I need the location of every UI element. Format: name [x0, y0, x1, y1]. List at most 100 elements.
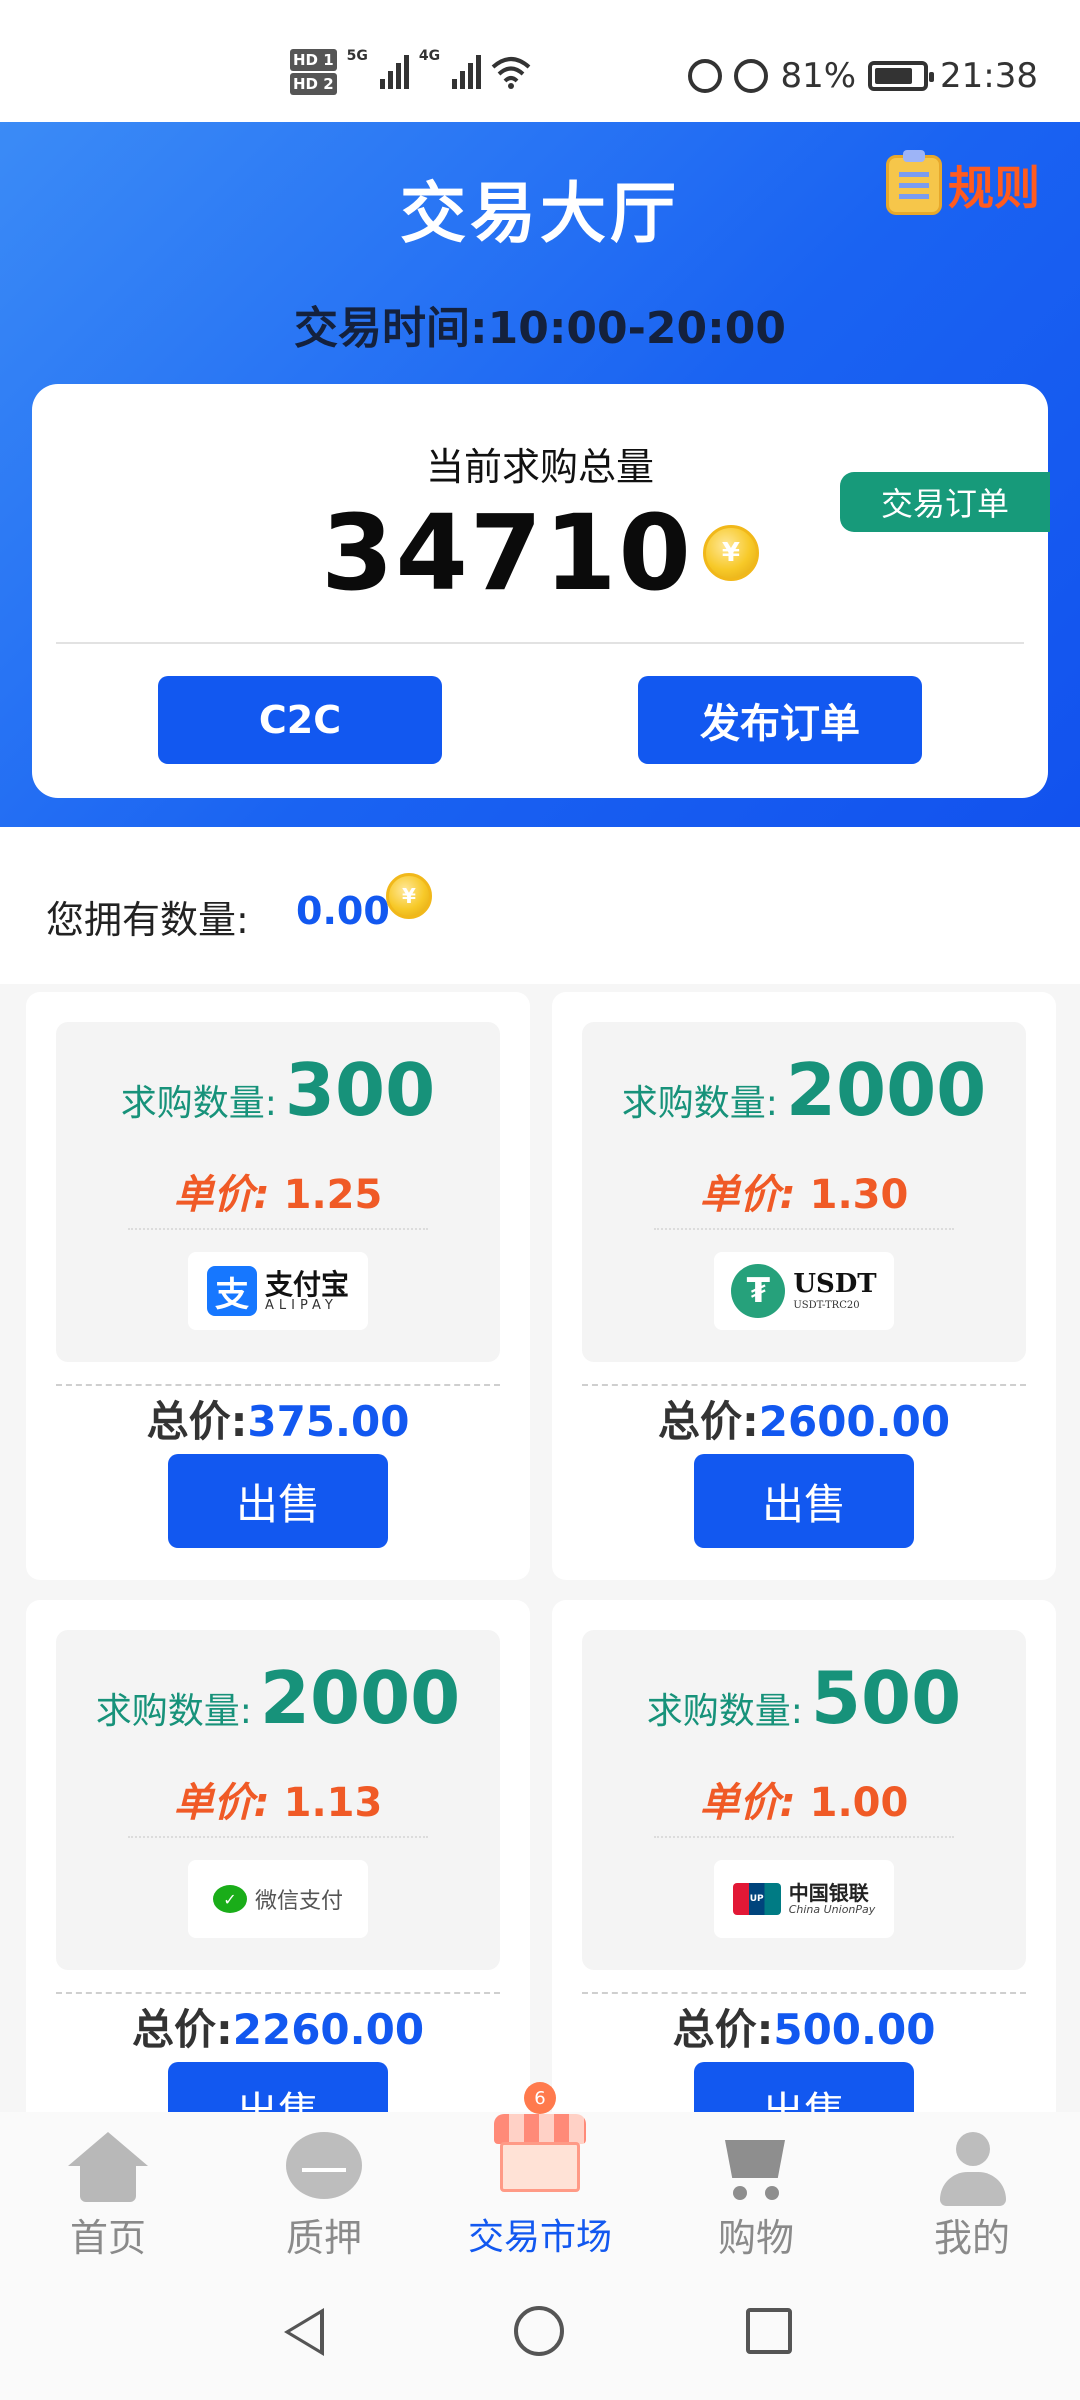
sell-button[interactable]: 出售	[694, 1454, 914, 1548]
price-value: 1.13	[283, 1780, 383, 1826]
tab-profile[interactable]: 我的	[892, 2132, 1052, 2262]
status-bar: HD 1 HD 2 5G 4G 81% 21:38	[0, 0, 1080, 122]
quantity-row: 求购数量: 2000	[582, 1048, 1026, 1132]
c2c-button[interactable]: C2C	[158, 676, 442, 764]
tab-home[interactable]: 首页	[28, 2132, 188, 2262]
divider	[654, 1228, 954, 1230]
total-label: 总价:	[657, 1397, 759, 1446]
price-label: 单价:	[173, 1172, 270, 1218]
signal-icon	[452, 55, 482, 89]
buy-order-card: 求购数量: 500 单价: 1.00 UP 中国银联 China UnionPay…	[552, 1600, 1056, 2112]
payment-name-en: China UnionPay	[788, 1902, 876, 1916]
order-details: 求购数量: 2000 单价: 1.13 ✓ 微信支付	[56, 1630, 500, 1970]
price-value: 1.00	[809, 1780, 909, 1826]
owned-value: 0.00	[296, 889, 390, 933]
order-details: 求购数量: 500 单价: 1.00 UP 中国银联 China UnionPay	[582, 1630, 1026, 1970]
usdt-logo: ₮ USDT USDT-TRC20	[714, 1252, 894, 1330]
tab-label: 质押	[285, 2216, 362, 2260]
net2-label: 4G	[418, 48, 441, 64]
divider	[582, 1992, 1026, 1994]
hd-indicator: HD 1 HD 2	[290, 48, 337, 96]
alipay-icon: 支	[206, 1266, 257, 1316]
price-label: 单价:	[173, 1780, 270, 1826]
quantity-value: 2000	[259, 1656, 461, 1740]
status-right: 81% 21:38	[688, 56, 1038, 96]
price-row: 单价: 1.00	[582, 1770, 1026, 1828]
buy-order-card: 求购数量: 2000 单价: 1.13 ✓ 微信支付 总价:2260.00 出售	[26, 1600, 530, 2112]
clipboard-icon	[886, 150, 942, 215]
total-value: 2260.00	[232, 2005, 425, 2054]
owned-balance: 您拥有数量: 0.00 ¥	[0, 827, 1080, 984]
total-label: 总价:	[672, 2005, 774, 2054]
quantity-label: 求购数量:	[621, 1083, 778, 1124]
wifi-icon	[491, 57, 531, 89]
price-row: 单价: 1.13	[56, 1770, 500, 1828]
unionpay-logo: UP 中国银联 China UnionPay	[714, 1860, 894, 1938]
pledge-icon	[286, 2132, 362, 2199]
price-value: 1.30	[809, 1172, 909, 1218]
coin-icon: ¥	[386, 873, 432, 919]
home-circle-icon[interactable]	[514, 2306, 564, 2356]
wechat-icon: ✓	[212, 1885, 247, 1913]
buy-order-card: 求购数量: 2000 单价: 1.30 ₮ USDT USDT-TRC20 总价:…	[552, 992, 1056, 1580]
back-icon[interactable]	[284, 2308, 324, 2356]
quantity-row: 求购数量: 2000	[56, 1656, 500, 1740]
tab-label: 购物	[717, 2216, 794, 2260]
clock: 21:38	[940, 56, 1038, 96]
payment-name-en: USDT-TRC20	[793, 1300, 860, 1311]
speedometer-icon	[734, 59, 769, 93]
tether-icon: ₮	[731, 1264, 786, 1318]
market-icon: 6	[480, 2080, 600, 2200]
quantity-label: 求购数量:	[646, 1691, 803, 1732]
buy-order-grid[interactable]: 求购数量: 300 单价: 1.25 支 支付宝 ALIPAY 总价:375.00…	[26, 992, 1056, 2112]
payment-name-en: ALIPAY	[264, 1297, 338, 1313]
divider	[56, 1384, 500, 1386]
quantity-value: 500	[810, 1656, 962, 1740]
total-row: 总价:500.00	[552, 1996, 1056, 2057]
divider	[582, 1384, 1026, 1386]
tab-shopping[interactable]: 购物	[676, 2132, 836, 2262]
publish-order-button[interactable]: 发布订单	[638, 676, 922, 764]
trade-orders-button[interactable]: 交易订单	[840, 472, 1050, 532]
sell-button[interactable]: 出售	[168, 1454, 388, 1548]
price-value: 1.25	[283, 1172, 383, 1218]
sell-button[interactable]: 出售	[694, 2062, 914, 2112]
total-row: 总价:375.00	[26, 1388, 530, 1449]
purchase-summary-card: 当前求购总量 34710 ¥ 交易订单 C2C 发布订单	[32, 384, 1050, 798]
price-row: 单价: 1.30	[582, 1162, 1026, 1220]
payment-name: USDT	[793, 1269, 877, 1299]
coin-icon: ¥	[702, 525, 759, 581]
tab-label: 交易市场	[467, 2217, 612, 2258]
price-row: 单价: 1.25	[56, 1162, 500, 1220]
recent-apps-icon[interactable]	[746, 2308, 792, 2354]
total-row: 总价:2260.00	[26, 1996, 530, 2057]
tab-market[interactable]: 6 交易市场	[460, 2082, 620, 2262]
rules-button[interactable]: 规则	[886, 150, 1040, 218]
wechat-pay-logo: ✓ 微信支付	[188, 1860, 368, 1938]
payment-name: 中国银联	[788, 1880, 869, 1905]
profile-icon	[934, 2132, 1010, 2206]
hd2-label: HD 2	[290, 73, 337, 95]
sell-button[interactable]: 出售	[168, 2062, 388, 2112]
divider	[654, 1836, 954, 1838]
cart-icon	[715, 2132, 797, 2200]
signal-icon	[379, 55, 409, 89]
quantity-label: 求购数量:	[95, 1691, 252, 1732]
tab-label: 首页	[69, 2216, 146, 2260]
quantity-value: 300	[284, 1048, 436, 1132]
unionpay-icon: UP	[732, 1883, 781, 1915]
tab-pledge[interactable]: 质押	[244, 2132, 404, 2262]
total-label: 总价:	[131, 2005, 233, 2054]
alipay-logo: 支 支付宝 ALIPAY	[188, 1252, 368, 1330]
quantity-label: 求购数量:	[120, 1083, 277, 1124]
bottom-tab-bar: 首页 质押 6 交易市场 购物 我的	[0, 2082, 1080, 2264]
quantity-row: 求购数量: 300	[56, 1048, 500, 1132]
total-label: 总价:	[146, 1397, 248, 1446]
quantity-value: 2000	[785, 1048, 987, 1132]
trade-hours: 交易时间:10:00-20:00	[294, 303, 786, 354]
divider	[56, 642, 1024, 644]
payment-name: 微信支付	[254, 1889, 343, 1914]
status-left: HD 1 HD 2 5G 4G	[290, 48, 531, 96]
order-details: 求购数量: 2000 单价: 1.30 ₮ USDT USDT-TRC20	[582, 1022, 1026, 1362]
tab-badge: 6	[524, 2082, 556, 2114]
